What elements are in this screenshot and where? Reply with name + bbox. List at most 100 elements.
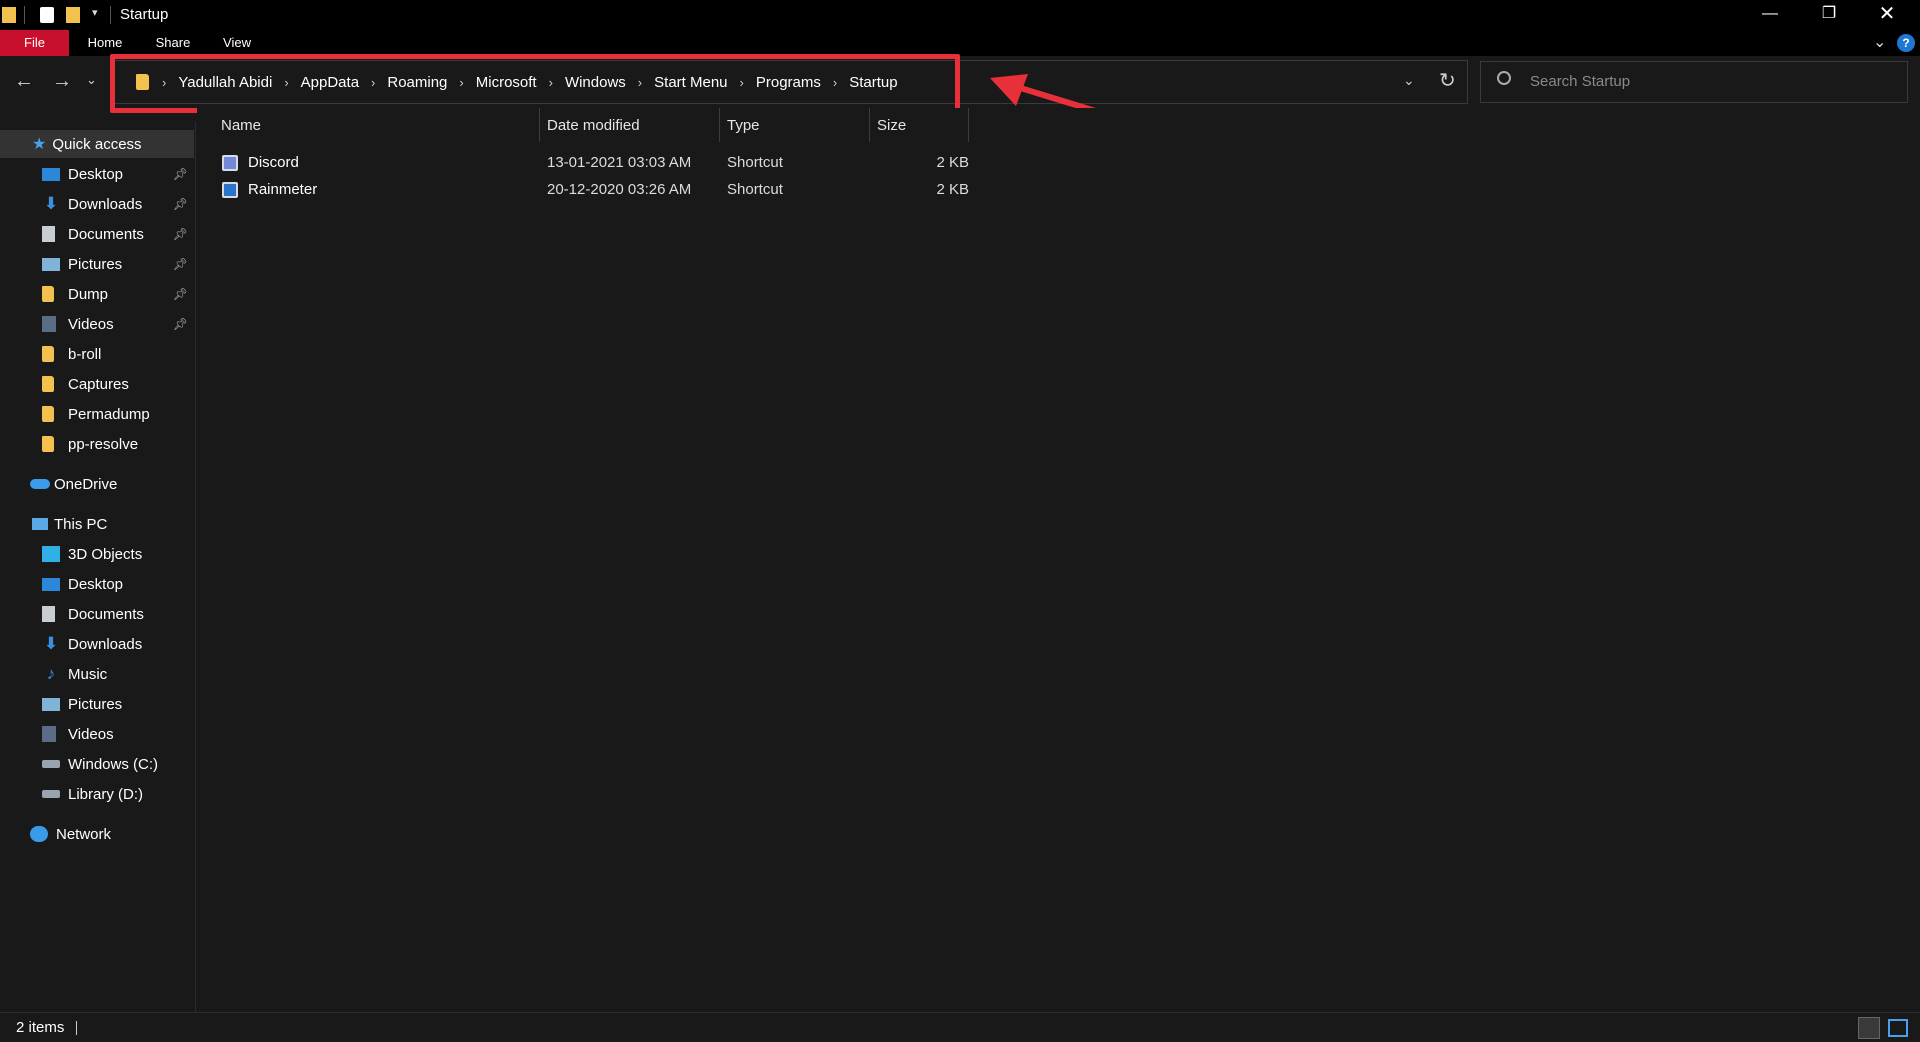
download-icon: ⬇ [43, 194, 59, 213]
column-header-date[interactable]: Date modified [547, 117, 640, 134]
sidebar-item-label: Captures [68, 375, 129, 393]
sidebar-item-label: Desktop [68, 165, 124, 183]
file-date: 20-12-2020 03:26 AM [547, 181, 692, 198]
tab-share[interactable]: Share [148, 30, 198, 56]
computer-icon [32, 518, 48, 530]
sidebar-item-label: Downloads [68, 635, 143, 653]
tab-home[interactable]: Home [80, 30, 130, 56]
divider [76, 1021, 77, 1035]
sidebar-item-pc-desktop[interactable]: Desktop [0, 570, 194, 598]
sidebar-item-b-roll[interactable]: b-roll [0, 340, 194, 368]
sidebar-item-pp-resolve[interactable]: pp-resolve [0, 430, 194, 458]
sidebar-item-pc-documents[interactable]: Documents [0, 600, 194, 628]
divider [110, 6, 111, 24]
sidebar-item-label: Network [56, 825, 112, 843]
pin-icon: 📌︎ [172, 317, 188, 331]
sidebar-item-label: 3D Objects [68, 545, 143, 563]
sidebar-item-documents[interactable]: Documents 📌︎ [0, 220, 194, 248]
sidebar-item-onedrive[interactable]: OneDrive [0, 470, 194, 498]
minimize-icon[interactable]: — [1741, 0, 1799, 30]
item-count: 2 items [16, 1019, 65, 1036]
file-list [197, 108, 1920, 1012]
forward-icon[interactable]: → [52, 70, 72, 93]
download-icon: ⬇ [43, 634, 59, 653]
sidebar-item-music[interactable]: ♪ Music [0, 660, 194, 688]
sidebar-item-label: Permadump [68, 405, 150, 423]
back-icon[interactable]: ← [14, 70, 34, 93]
new-folder-icon[interactable] [66, 7, 80, 23]
tab-file[interactable]: File [0, 30, 69, 56]
sidebar-item-label: Windows (C:) [68, 755, 159, 773]
sidebar-item-label: Downloads [68, 195, 143, 213]
sidebar-item-pc-videos[interactable]: Videos [0, 720, 194, 748]
column-divider[interactable] [719, 108, 720, 142]
sidebar-item-this-pc[interactable]: This PC [0, 510, 194, 538]
sidebar-item-downloads[interactable]: ⬇ Downloads 📌︎ [0, 190, 194, 218]
network-icon [30, 826, 48, 842]
pictures-icon [42, 697, 60, 711]
sidebar-item-videos[interactable]: Videos 📌︎ [0, 310, 194, 338]
column-divider[interactable] [968, 108, 969, 142]
file-name: Rainmeter [248, 181, 318, 198]
sidebar-item-label: Dump [68, 285, 109, 303]
properties-icon[interactable] [40, 7, 54, 23]
shortcut-icon [222, 182, 238, 198]
sidebar-item-3d-objects[interactable]: 3D Objects [0, 540, 194, 568]
search-icon [1497, 71, 1511, 85]
sidebar-item-quick-access[interactable]: ★ Quick access [0, 130, 194, 158]
file-size: 2 KB [936, 154, 969, 171]
sidebar-item-network[interactable]: Network [0, 820, 194, 848]
folder-icon [42, 286, 54, 302]
star-icon: ★ [32, 136, 47, 153]
folder-icon [42, 346, 54, 362]
sidebar-item-pictures[interactable]: Pictures 📌︎ [0, 250, 194, 278]
sidebar-item-label: Music [68, 665, 108, 683]
drive-icon [42, 790, 60, 798]
music-icon: ♪ [46, 664, 56, 683]
videos-icon [42, 726, 56, 742]
sidebar-item-permadump[interactable]: Permadump [0, 400, 194, 428]
sidebar-item-pc-downloads[interactable]: ⬇ Downloads [0, 630, 194, 658]
details-view-icon[interactable] [1858, 1017, 1880, 1039]
status-bar: 2 items [0, 1012, 1920, 1042]
title-bar: ▾ Startup — ❐ ✕ [0, 0, 1920, 30]
pin-icon: 📌︎ [172, 257, 188, 271]
column-divider[interactable] [869, 108, 870, 142]
close-icon[interactable]: ✕ [1858, 0, 1916, 30]
table-row[interactable]: Discord 13-01-2021 03:03 AM Shortcut 2 K… [216, 150, 976, 176]
sidebar-item-desktop[interactable]: Desktop 📌︎ [0, 160, 194, 188]
tab-view[interactable]: View [212, 30, 262, 56]
column-divider[interactable] [539, 108, 540, 142]
refresh-icon[interactable]: ↻ [1439, 68, 1456, 93]
sidebar-item-label: Pictures [68, 255, 123, 273]
file-size: 2 KB [936, 181, 969, 198]
column-header-name[interactable]: Name [221, 117, 261, 134]
sidebar-item-captures[interactable]: Captures [0, 370, 194, 398]
customize-toolbar-icon[interactable]: ▾ [92, 6, 98, 19]
search-input[interactable]: Search Startup [1480, 61, 1908, 103]
sidebar-item-label: b-roll [68, 345, 102, 363]
sidebar-item-library-d[interactable]: Library (D:) [0, 780, 194, 808]
sidebar-item-pc-pictures[interactable]: Pictures [0, 690, 194, 718]
restore-icon[interactable]: ❐ [1800, 0, 1858, 30]
recent-locations-icon[interactable]: ⌄ [86, 72, 97, 88]
expand-ribbon-icon[interactable]: ⌄ [1873, 32, 1886, 52]
large-icons-view-icon[interactable] [1888, 1019, 1908, 1037]
folder-icon [42, 436, 54, 452]
sidebar-item-label: Videos [68, 725, 114, 743]
desktop-icon [42, 577, 60, 591]
column-header-size[interactable]: Size [877, 117, 906, 134]
sidebar-item-label: Documents [68, 225, 144, 243]
sidebar-item-dump[interactable]: Dump 📌︎ [0, 280, 194, 308]
documents-icon [42, 606, 55, 622]
column-header-type[interactable]: Type [727, 117, 760, 134]
sidebar-item-label: This PC [54, 515, 108, 533]
divider [24, 6, 25, 24]
videos-icon [42, 316, 56, 332]
folder-icon [42, 376, 54, 392]
sidebar-item-windows-c[interactable]: Windows (C:) [0, 750, 194, 778]
pictures-icon [42, 257, 60, 271]
table-row[interactable]: Rainmeter 20-12-2020 03:26 AM Shortcut 2… [216, 177, 976, 203]
address-dropdown-icon[interactable]: ⌄ [1403, 72, 1415, 89]
help-icon[interactable]: ? [1897, 34, 1915, 52]
